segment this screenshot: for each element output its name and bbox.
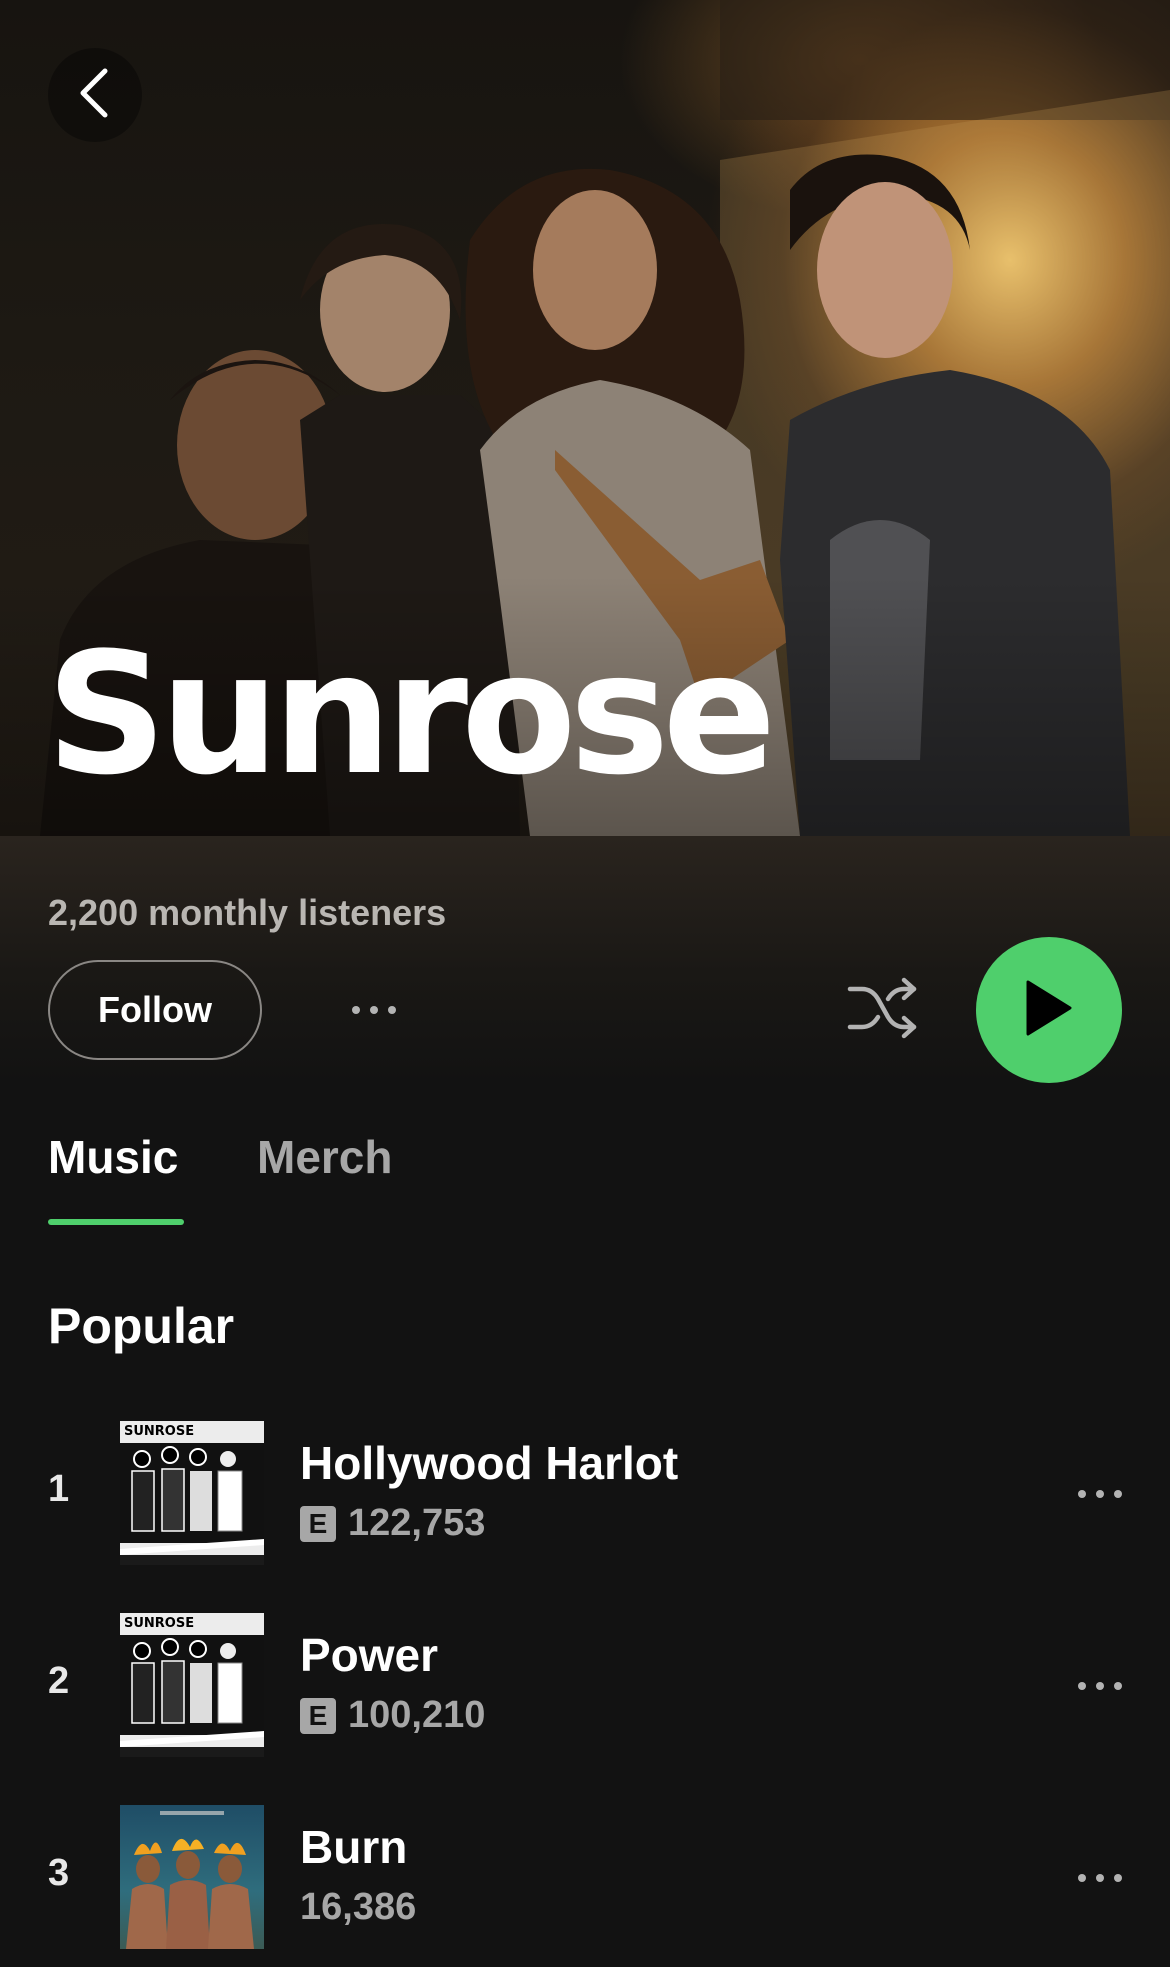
track-more-button[interactable] bbox=[1070, 1854, 1130, 1902]
explicit-badge: E bbox=[300, 1505, 336, 1542]
track-plays: 122,753 bbox=[348, 1502, 486, 1544]
content-tabs: Music Merch bbox=[0, 1086, 1170, 1226]
track-rank: 1 bbox=[48, 1468, 70, 1510]
track-plays: 16,386 bbox=[300, 1886, 417, 1928]
artist-more-button[interactable] bbox=[336, 984, 412, 1036]
track-plays: 100,210 bbox=[348, 1694, 486, 1736]
track-title: Power bbox=[300, 1629, 439, 1681]
more-horizontal-icon bbox=[1078, 1874, 1122, 1882]
tab-music[interactable]: Music bbox=[48, 1130, 178, 1184]
album-cover bbox=[120, 1805, 264, 1949]
track-meta: E 100,210 bbox=[300, 1694, 485, 1737]
more-horizontal-icon bbox=[352, 1006, 396, 1014]
play-button[interactable] bbox=[976, 937, 1122, 1083]
shuffle-button[interactable] bbox=[840, 970, 926, 1050]
track-title: Hollywood Harlot bbox=[300, 1437, 679, 1489]
track-meta: E 122,753 bbox=[300, 1502, 485, 1545]
track-more-button[interactable] bbox=[1070, 1662, 1130, 1710]
monthly-listeners: 2,200 monthly listeners bbox=[48, 892, 447, 933]
active-tab-indicator bbox=[48, 1219, 184, 1225]
more-horizontal-icon bbox=[1078, 1682, 1122, 1690]
popular-title: Popular bbox=[48, 1298, 235, 1354]
album-cover: SUNROSE bbox=[120, 1421, 264, 1565]
more-horizontal-icon bbox=[1078, 1490, 1122, 1498]
tab-merch[interactable]: Merch bbox=[257, 1130, 392, 1184]
track-more-button[interactable] bbox=[1070, 1470, 1130, 1518]
track-meta: 16,386 bbox=[300, 1886, 416, 1929]
track-rank: 2 bbox=[48, 1660, 70, 1702]
back-button[interactable] bbox=[48, 48, 142, 142]
album-cover: SUNROSE bbox=[120, 1613, 264, 1757]
track-row[interactable]: 2 SUNROSE Power E 100,210 bbox=[0, 1606, 1170, 1766]
track-row[interactable]: 1 SUNROSE Hollywood Harlot E 122,753 bbox=[0, 1414, 1170, 1574]
artist-info: 2,200 monthly listeners Follow bbox=[0, 836, 1170, 1086]
shuffle-icon bbox=[846, 977, 920, 1044]
track-title: Burn bbox=[300, 1821, 408, 1873]
track-rank: 3 bbox=[48, 1852, 70, 1894]
play-icon bbox=[1024, 980, 1074, 1041]
chevron-left-icon bbox=[75, 67, 115, 124]
track-row[interactable]: 3 Burn 16,386 bbox=[0, 1798, 1170, 1958]
artist-hero: Sunrose bbox=[0, 0, 1170, 836]
explicit-badge: E bbox=[300, 1697, 336, 1734]
artist-name: Sunrose bbox=[46, 616, 776, 812]
cover-text: SUNROSE bbox=[124, 1424, 194, 1439]
cover-text: SUNROSE bbox=[124, 1616, 194, 1631]
follow-button[interactable]: Follow bbox=[48, 960, 262, 1060]
